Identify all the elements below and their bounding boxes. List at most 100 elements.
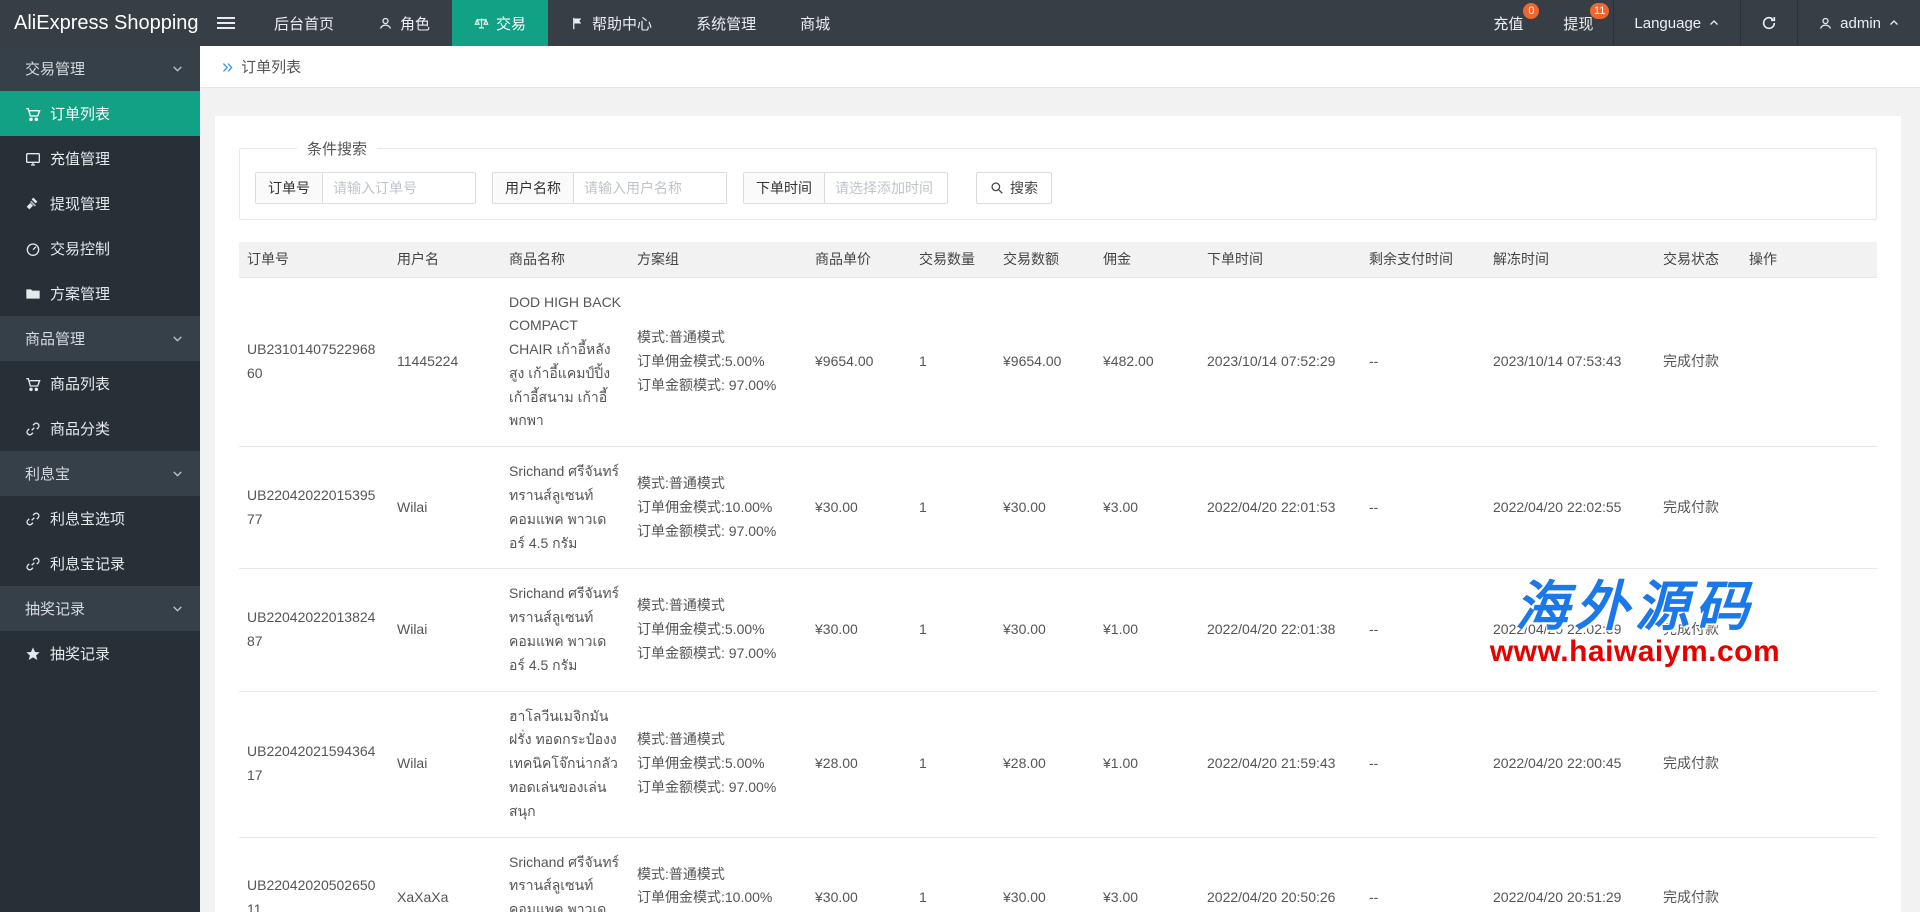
- search-panel-legend: 条件搜索: [297, 138, 377, 159]
- sidebar-group-lottery-records[interactable]: 抽奖记录: [0, 586, 200, 631]
- cell-product: DOD HIGH BACK COMPACT CHAIR เก้าอี้หลังส…: [501, 277, 629, 447]
- content-card: 条件搜索 订单号 用户名称 下单时间 搜索: [215, 116, 1901, 912]
- sidebar-toggle-button[interactable]: [200, 0, 252, 46]
- hamburger-icon: [217, 22, 235, 24]
- cell-unfreeze-time: 2022/04/20 22:02:39: [1485, 569, 1655, 691]
- sidebar-item-lottery-records[interactable]: 抽奖记录: [0, 631, 200, 676]
- star-icon: [25, 646, 41, 662]
- cell-quantity: 1: [911, 447, 995, 569]
- order-no-input[interactable]: [323, 173, 475, 203]
- column-header: 解冻时间: [1485, 242, 1655, 277]
- withdraw-link[interactable]: 提现 11: [1543, 0, 1613, 46]
- topbar-right: 充值 0 提现 11 Language admin: [1473, 0, 1920, 46]
- nav-item-mall[interactable]: 商城: [778, 0, 852, 46]
- scales-icon: [474, 16, 489, 31]
- item-label: 抽奖记录: [50, 643, 110, 664]
- item-label: 提现管理: [50, 193, 110, 214]
- column-header: 交易状态: [1655, 242, 1741, 277]
- cell-unit-price: ¥30.00: [807, 837, 911, 912]
- language-dropdown[interactable]: Language: [1613, 0, 1740, 46]
- search-button[interactable]: 搜索: [976, 172, 1052, 204]
- chevron-down-icon: [171, 62, 184, 75]
- cell-amount: ¥30.00: [995, 837, 1095, 912]
- cell-remaining-time: --: [1361, 569, 1485, 691]
- item-label: 充值管理: [50, 148, 110, 169]
- sidebar-item-withdraw-management[interactable]: 提现管理: [0, 181, 200, 226]
- search-icon: [990, 181, 1004, 195]
- sidebar-item-interest-options[interactable]: 利息宝选项: [0, 496, 200, 541]
- cell-order-no: UB2310140752296860: [239, 277, 389, 447]
- column-header: 交易数额: [995, 242, 1095, 277]
- cell-remaining-time: --: [1361, 691, 1485, 837]
- table-row: UB231014075229686011445224DOD HIGH BACK …: [239, 277, 1877, 447]
- user-menu[interactable]: admin: [1797, 0, 1920, 46]
- cell-plan: 模式:普通模式订单佣金模式:5.00%订单金额模式: 97.00%: [629, 691, 807, 837]
- username-input[interactable]: [574, 173, 726, 203]
- order-time-input[interactable]: [825, 173, 947, 203]
- nav-item-roles[interactable]: 角色: [356, 0, 452, 46]
- recharge-link[interactable]: 充值 0: [1473, 0, 1543, 46]
- group-label: 利息宝: [25, 463, 70, 484]
- nav-item-trade[interactable]: 交易: [452, 0, 548, 46]
- sidebar-item-interest-records[interactable]: 利息宝记录: [0, 541, 200, 586]
- refresh-icon: [1761, 15, 1777, 31]
- table-row: UB2204202159436417Wilaiฮาโลวีนเมจิกมันฝร…: [239, 691, 1877, 837]
- chevron-up-icon: [1888, 17, 1900, 29]
- sidebar-group-interest-treasure[interactable]: 利息宝: [0, 451, 200, 496]
- sidebar-item-trade-control[interactable]: 交易控制: [0, 226, 200, 271]
- sidebar-group-trade-management[interactable]: 交易管理: [0, 46, 200, 91]
- cell-action: [1741, 569, 1877, 691]
- hamburger-icon: [217, 17, 235, 19]
- orders-table: 订单号用户名商品名称方案组商品单价交易数量交易数额佣金下单时间剩余支付时间解冻时…: [239, 242, 1877, 912]
- sidebar: 交易管理 订单列表 充值管理 提现管理 交易控制 方案管理 商品管理 商品列表 …: [0, 46, 200, 912]
- sidebar-item-order-list[interactable]: 订单列表: [0, 91, 200, 136]
- cell-username: Wilai: [389, 447, 501, 569]
- cell-plan: 模式:普通模式订单佣金模式:5.00%订单金额模式: 97.00%: [629, 569, 807, 691]
- chevron-down-icon: [171, 332, 184, 345]
- sidebar-group-product-management[interactable]: 商品管理: [0, 316, 200, 361]
- username-field-group: 用户名称: [492, 172, 727, 204]
- cell-quantity: 1: [911, 691, 995, 837]
- recharge-badge: 0: [1523, 3, 1539, 19]
- cell-quantity: 1: [911, 569, 995, 691]
- nav-item-help-center[interactable]: 帮助中心: [548, 0, 674, 46]
- sidebar-item-recharge-management[interactable]: 充值管理: [0, 136, 200, 181]
- monitor-icon: [25, 151, 41, 167]
- cell-remaining-time: --: [1361, 277, 1485, 447]
- username-field-label: 用户名称: [493, 173, 574, 203]
- hamburger-icon: [217, 27, 235, 29]
- cell-order-no: UB2204202159436417: [239, 691, 389, 837]
- link-icon: [25, 556, 41, 572]
- cell-order-no: UB2204202201539577: [239, 447, 389, 569]
- column-header: 剩余支付时间: [1361, 242, 1485, 277]
- user-icon: [378, 16, 393, 31]
- cell-status: 完成付款: [1655, 569, 1741, 691]
- sidebar-item-product-list[interactable]: 商品列表: [0, 361, 200, 406]
- cell-product: Srichand ศรีจันทร์ ทรานส์ลูเซนท์ คอมแพค …: [501, 569, 629, 691]
- nav-item-system[interactable]: 系统管理: [674, 0, 778, 46]
- cell-order-time: 2022/04/20 21:59:43: [1199, 691, 1361, 837]
- chevron-down-icon: [171, 467, 184, 480]
- nav-label: 角色: [400, 13, 430, 34]
- sidebar-item-product-category[interactable]: 商品分类: [0, 406, 200, 451]
- cell-quantity: 1: [911, 837, 995, 912]
- cell-order-time: 2022/04/20 22:01:38: [1199, 569, 1361, 691]
- chevron-up-icon: [1708, 17, 1720, 29]
- nav-item-home[interactable]: 后台首页: [252, 0, 356, 46]
- sidebar-item-plan-management[interactable]: 方案管理: [0, 271, 200, 316]
- group-label: 交易管理: [25, 58, 85, 79]
- nav-label: 系统管理: [696, 13, 756, 34]
- search-button-label: 搜索: [1010, 178, 1038, 198]
- cell-commission: ¥1.00: [1095, 569, 1199, 691]
- folder-icon: [25, 286, 41, 302]
- refresh-button[interactable]: [1740, 0, 1797, 46]
- cell-status: 完成付款: [1655, 691, 1741, 837]
- cell-username: 11445224: [389, 277, 501, 447]
- username-label: admin: [1840, 15, 1881, 32]
- cell-amount: ¥30.00: [995, 447, 1095, 569]
- order-time-field-group: 下单时间: [743, 172, 948, 204]
- cell-product: Srichand ศรีจันทร์ ทรานส์ลูเซนท์ คอมแพค …: [501, 837, 629, 912]
- cell-plan: 模式:普通模式订单佣金模式:5.00%订单金额模式: 97.00%: [629, 277, 807, 447]
- column-header: 商品单价: [807, 242, 911, 277]
- column-header: 商品名称: [501, 242, 629, 277]
